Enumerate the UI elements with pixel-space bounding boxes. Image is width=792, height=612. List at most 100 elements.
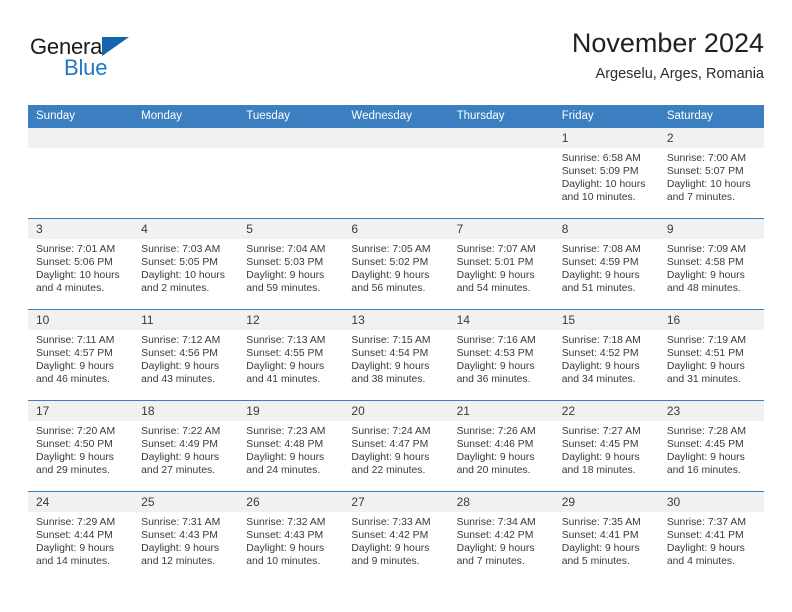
daylight-text: Daylight: 9 hours and 34 minutes. <box>561 361 640 386</box>
calendar-cell-day[interactable]: 2 Sunrise: 7:00 AM Sunset: 5:07 PM Daylight… <box>658 127 764 219</box>
daylight-text: Daylight: 9 hours and 24 minutes. <box>246 452 325 477</box>
calendar-cell-day[interactable]: 25 Sunrise: 7:31 AM Sunset: 4:43 PM Dayligh… <box>133 491 239 582</box>
calendar-cell-day[interactable]: 1 Sunrise: 6:58 AM Sunset: 5:09 PM Daylight… <box>553 127 659 219</box>
page-subtitle: Argeselu, Arges, Romania <box>595 66 764 82</box>
day-details: Sunrise: 7:09 AM Sunset: 4:58 PM Daylight:… <box>659 239 764 295</box>
calendar-cell-day[interactable]: 18 Sunrise: 7:22 AM Sunset: 4:49 PM Dayligh… <box>133 400 239 492</box>
calendar-cell-day[interactable]: 27 Sunrise: 7:33 AM Sunset: 4:42 PM Dayligh… <box>343 491 449 582</box>
day-number: 4 <box>133 219 239 239</box>
calendar-cell-day[interactable]: 19 Sunrise: 7:23 AM Sunset: 4:48 PM Dayligh… <box>238 400 344 492</box>
calendar-cell-day[interactable]: 6 Sunrise: 7:05 AM Sunset: 5:02 PM Daylight… <box>343 218 449 310</box>
daylight-text: Daylight: 9 hours and 27 minutes. <box>141 452 220 477</box>
calendar-cell-day[interactable]: 5 Sunrise: 7:04 AM Sunset: 5:03 PM Daylight… <box>238 218 344 310</box>
calendar-cell-day[interactable]: 20 Sunrise: 7:24 AM Sunset: 4:47 PM Dayligh… <box>343 400 449 492</box>
calendar-cell-day[interactable]: 28 Sunrise: 7:34 AM Sunset: 4:42 PM Dayligh… <box>448 491 554 582</box>
calendar-cell-day[interactable]: 12 Sunrise: 7:13 AM Sunset: 4:55 PM Dayligh… <box>238 309 344 401</box>
daylight-text: Daylight: 10 hours and 2 minutes. <box>141 270 225 295</box>
weekday-header-monday: Monday <box>133 105 239 128</box>
day-number: 27 <box>343 492 449 512</box>
sunrise-text: Sunrise: 7:32 AM <box>246 517 326 528</box>
calendar-cell-day[interactable]: 3 Sunrise: 7:01 AM Sunset: 5:06 PM Daylight… <box>28 218 134 310</box>
calendar-cell-day[interactable]: 29 Sunrise: 7:35 AM Sunset: 4:41 PM Dayligh… <box>553 491 659 582</box>
calendar-cell-day[interactable]: 15 Sunrise: 7:18 AM Sunset: 4:52 PM Dayligh… <box>553 309 659 401</box>
sunrise-text: Sunrise: 7:13 AM <box>246 335 326 346</box>
calendar-cell-day[interactable]: 26 Sunrise: 7:32 AM Sunset: 4:43 PM Dayligh… <box>238 491 344 582</box>
calendar-cell-day[interactable]: 8 Sunrise: 7:08 AM Sunset: 4:59 PM Daylight… <box>553 218 659 310</box>
calendar-cell-day[interactable]: 9 Sunrise: 7:09 AM Sunset: 4:58 PM Daylight… <box>658 218 764 310</box>
sunset-text: Sunset: 4:53 PM <box>456 348 534 360</box>
sunset-text: Sunset: 4:54 PM <box>351 348 429 360</box>
sunset-text: Sunset: 4:43 PM <box>246 530 324 542</box>
day-details: Sunrise: 7:19 AM Sunset: 4:51 PM Daylight:… <box>659 330 764 386</box>
calendar-cell-day[interactable]: 30 Sunrise: 7:37 AM Sunset: 4:41 PM Dayligh… <box>658 491 764 582</box>
day-number: 19 <box>238 401 344 421</box>
calendar-cell-day[interactable]: 14 Sunrise: 7:16 AM Sunset: 4:53 PM Dayligh… <box>448 309 554 401</box>
day-number: 7 <box>448 219 554 239</box>
day-details: Sunrise: 7:18 AM Sunset: 4:52 PM Daylight:… <box>554 330 659 386</box>
day-number: 29 <box>553 492 659 512</box>
logo-text-blue: Blue <box>64 55 108 80</box>
daylight-text: Daylight: 9 hours and 12 minutes. <box>141 543 220 568</box>
sunset-text: Sunset: 4:42 PM <box>456 530 534 542</box>
day-details: Sunrise: 7:26 AM Sunset: 4:46 PM Daylight:… <box>449 421 554 477</box>
weekday-header-tuesday: Tuesday <box>238 105 344 128</box>
sunrise-text: Sunrise: 7:26 AM <box>456 426 536 437</box>
sunset-text: Sunset: 4:46 PM <box>456 439 534 451</box>
sunrise-text: Sunrise: 7:20 AM <box>36 426 116 437</box>
sunrise-text: Sunrise: 7:23 AM <box>246 426 326 437</box>
daylight-text: Daylight: 9 hours and 46 minutes. <box>36 361 114 386</box>
day-number: 9 <box>658 219 764 239</box>
title-block: November 2024 Argeselu, Arges, Romania <box>572 26 764 85</box>
day-number: 5 <box>238 219 344 239</box>
sunrise-text: Sunrise: 7:07 AM <box>456 244 536 255</box>
calendar-cell-day[interactable]: 17 Sunrise: 7:20 AM Sunset: 4:50 PM Dayligh… <box>28 400 134 492</box>
sunrise-text: Sunrise: 6:58 AM <box>561 153 641 164</box>
sunset-text: Sunset: 5:02 PM <box>351 257 429 269</box>
page-title: November 2024 <box>571 28 764 58</box>
sunset-text: Sunset: 5:07 PM <box>666 166 744 178</box>
day-number: 6 <box>343 219 449 239</box>
calendar-cell-day[interactable]: 24 Sunrise: 7:29 AM Sunset: 4:44 PM Dayligh… <box>28 491 134 582</box>
sunset-text: Sunset: 4:43 PM <box>141 530 218 542</box>
day-number <box>28 128 134 148</box>
day-details: Sunrise: 7:24 AM Sunset: 4:47 PM Daylight:… <box>343 421 448 477</box>
daylight-text: Daylight: 9 hours and 29 minutes. <box>36 452 114 477</box>
day-details: Sunrise: 7:20 AM Sunset: 4:50 PM Daylight:… <box>28 421 133 477</box>
calendar-cell-day[interactable]: 7 Sunrise: 7:07 AM Sunset: 5:01 PM Daylight… <box>448 218 554 310</box>
calendar-grid: Sunday Monday Tuesday Wednesday Thursday Frid… <box>28 105 764 582</box>
calendar-cell-day[interactable]: 16 Sunrise: 7:19 AM Sunset: 4:51 PM Dayligh… <box>658 309 764 401</box>
day-number: 16 <box>658 310 764 330</box>
calendar-cell-day[interactable]: 23 Sunrise: 7:28 AM Sunset: 4:45 PM Dayligh… <box>658 400 764 492</box>
calendar-cell-day[interactable]: 22 Sunrise: 7:27 AM Sunset: 4:45 PM Dayligh… <box>553 400 659 492</box>
day-details: Sunrise: 7:23 AM Sunset: 4:48 PM Daylight:… <box>238 421 343 477</box>
daylight-text: Daylight: 9 hours and 56 minutes. <box>351 270 430 295</box>
calendar-cell-day[interactable]: 4 Sunrise: 7:03 AM Sunset: 5:05 PM Daylight… <box>133 218 239 310</box>
day-details: Sunrise: 7:04 AM Sunset: 5:03 PM Daylight:… <box>238 239 343 295</box>
daylight-text: Daylight: 9 hours and 14 minutes. <box>36 543 114 568</box>
sunrise-text: Sunrise: 7:18 AM <box>561 335 641 346</box>
sunset-text: Sunset: 4:58 PM <box>666 257 744 269</box>
sunrise-text: Sunrise: 7:00 AM <box>666 153 746 164</box>
day-details: Sunrise: 7:37 AM Sunset: 4:41 PM Daylight:… <box>659 512 764 568</box>
calendar-week-row: 24 Sunrise: 7:29 AM Sunset: 4:44 PM Dayligh… <box>28 491 764 582</box>
calendar-cell-empty <box>133 127 239 219</box>
sunset-text: Sunset: 5:01 PM <box>456 257 534 269</box>
sunset-text: Sunset: 4:48 PM <box>246 439 324 451</box>
daylight-text: Daylight: 9 hours and 31 minutes. <box>666 361 745 386</box>
calendar-cell-day[interactable]: 11 Sunrise: 7:12 AM Sunset: 4:56 PM Dayligh… <box>133 309 239 401</box>
calendar-cell-empty <box>28 127 134 219</box>
calendar-cell-day[interactable]: 13 Sunrise: 7:15 AM Sunset: 4:54 PM Dayligh… <box>343 309 449 401</box>
sunset-text: Sunset: 4:55 PM <box>246 348 324 360</box>
calendar-page: General Blue November 2024 Argeselu, Arg… <box>0 0 792 612</box>
calendar-cell-day[interactable]: 21 Sunrise: 7:26 AM Sunset: 4:46 PM Dayligh… <box>448 400 554 492</box>
sunrise-text: Sunrise: 7:19 AM <box>666 335 746 346</box>
calendar-cell-day[interactable]: 10 Sunrise: 7:11 AM Sunset: 4:57 PM Dayligh… <box>28 309 134 401</box>
sunset-text: Sunset: 4:45 PM <box>666 439 744 451</box>
sunrise-text: Sunrise: 7:27 AM <box>561 426 641 437</box>
daylight-text: Daylight: 9 hours and 18 minutes. <box>561 452 640 477</box>
sunset-text: Sunset: 4:50 PM <box>36 439 113 451</box>
day-number: 23 <box>658 401 764 421</box>
sunrise-text: Sunrise: 7:22 AM <box>141 426 221 437</box>
daylight-text: Daylight: 9 hours and 41 minutes. <box>246 361 325 386</box>
sunrise-text: Sunrise: 7:03 AM <box>141 244 221 255</box>
